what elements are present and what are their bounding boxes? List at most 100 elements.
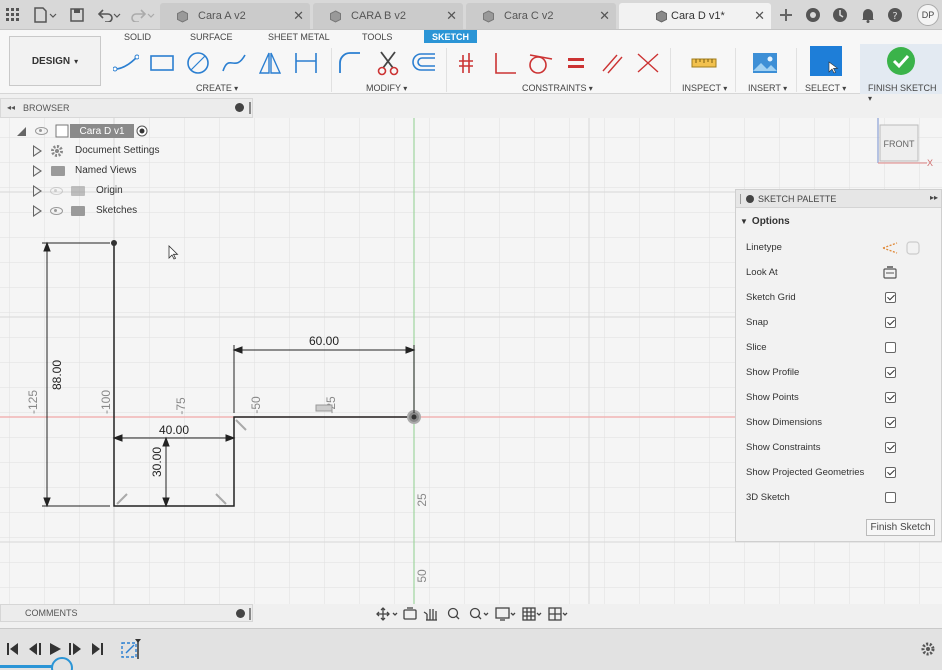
comments-panel: COMMENTS bbox=[0, 604, 253, 622]
browser-item-origin[interactable]: Origin bbox=[0, 182, 253, 200]
job-status-icon[interactable] bbox=[831, 6, 849, 24]
fillet-tool-icon[interactable] bbox=[336, 50, 364, 76]
line-tool-icon[interactable] bbox=[112, 50, 140, 76]
new-tab-icon[interactable] bbox=[777, 6, 795, 24]
finish-sketch-button[interactable]: Finish Sketch bbox=[866, 519, 935, 536]
workspace-switcher[interactable]: DESIGN ▾ bbox=[9, 36, 101, 86]
equal-constraint-icon[interactable] bbox=[562, 50, 590, 76]
settings-gear-icon[interactable] bbox=[920, 641, 936, 657]
step-forward-icon[interactable] bbox=[68, 642, 82, 656]
slice-checkbox[interactable] bbox=[885, 342, 896, 353]
expand-triangle-icon[interactable] bbox=[33, 165, 42, 177]
timeline-scrubber-handle[interactable] bbox=[51, 657, 73, 670]
close-icon[interactable]: ✕ bbox=[599, 8, 610, 24]
option-label: Show Points bbox=[746, 392, 799, 403]
tab-sketch[interactable]: SKETCH bbox=[424, 30, 478, 43]
root-component-label[interactable]: Cara D v1 bbox=[70, 124, 134, 138]
trim-tool-icon[interactable] bbox=[374, 50, 402, 76]
insert-menu[interactable]: INSERT bbox=[748, 83, 787, 93]
viewports-icon bbox=[548, 607, 562, 621]
coincident-constraint-icon[interactable] bbox=[454, 50, 482, 76]
eye-icon[interactable] bbox=[50, 207, 63, 215]
go-to-end-icon[interactable] bbox=[90, 642, 104, 656]
browser-item-named-views[interactable]: Named Views bbox=[0, 162, 253, 180]
finish-sketch-label[interactable]: FINISH SKETCH bbox=[868, 83, 942, 103]
mirror-tool-icon[interactable] bbox=[256, 50, 284, 76]
expand-triangle-icon[interactable] bbox=[16, 126, 27, 137]
tangent-constraint-icon[interactable] bbox=[526, 50, 554, 76]
minimize-icon[interactable] bbox=[746, 195, 754, 203]
inspect-menu[interactable]: INSPECT bbox=[682, 83, 727, 93]
close-icon[interactable]: ✕ bbox=[446, 8, 457, 24]
expand-triangle-icon[interactable] bbox=[33, 185, 42, 197]
expand-triangle-icon[interactable] bbox=[33, 145, 42, 157]
redo-icon[interactable] bbox=[130, 6, 156, 24]
tab-cara-d[interactable]: Cara D v1* ✕ bbox=[619, 3, 771, 29]
eye-icon[interactable] bbox=[35, 127, 48, 135]
parallel-constraint-icon[interactable] bbox=[598, 50, 626, 76]
timeline-sketch-feature-icon[interactable] bbox=[120, 637, 144, 661]
close-icon[interactable]: ✕ bbox=[754, 8, 765, 24]
create-menu[interactable]: CREATE bbox=[196, 83, 238, 93]
show-constraints-checkbox[interactable] bbox=[885, 442, 896, 453]
expand-right-icon[interactable]: ▸▸ bbox=[930, 193, 938, 202]
browser-item-document-settings[interactable]: Document Settings bbox=[0, 142, 253, 160]
measure-icon[interactable] bbox=[690, 50, 718, 76]
tab-tools[interactable]: TOOLS bbox=[362, 30, 392, 43]
show-projected-geometries-checkbox[interactable] bbox=[885, 467, 896, 478]
extensions-icon[interactable] bbox=[804, 6, 822, 24]
perpendicular-constraint-icon[interactable] bbox=[490, 50, 518, 76]
panel-resize-handle[interactable] bbox=[249, 102, 251, 114]
tab-cara-b[interactable]: CARA B v2 ✕ bbox=[313, 3, 463, 29]
tab-cara-a[interactable]: Cara A v2 ✕ bbox=[160, 3, 310, 29]
avatar[interactable]: DP bbox=[917, 4, 939, 26]
centerline-linetype-icon[interactable] bbox=[906, 241, 920, 255]
eye-hidden-icon[interactable] bbox=[50, 187, 63, 195]
file-menu-icon[interactable] bbox=[32, 6, 58, 24]
help-icon[interactable]: ? bbox=[886, 6, 904, 24]
chevron-down-icon: ▾ bbox=[74, 56, 79, 66]
sketch-grid-checkbox[interactable] bbox=[885, 292, 896, 303]
undo-icon[interactable] bbox=[96, 6, 122, 24]
show-profile-checkbox[interactable] bbox=[885, 367, 896, 378]
browser-item-sketches[interactable]: Sketches bbox=[0, 202, 253, 220]
sketch-palette: SKETCH PALETTE ▸▸ ▼ Options Linetype Loo… bbox=[735, 189, 942, 542]
select-menu[interactable]: SELECT bbox=[805, 83, 846, 93]
collapse-left-icon[interactable]: ◂◂ bbox=[7, 103, 15, 112]
tab-sheet-metal[interactable]: SHEET METAL bbox=[268, 30, 330, 43]
show-dimensions-checkbox[interactable] bbox=[885, 417, 896, 428]
browser-root[interactable]: Cara D v1 bbox=[0, 122, 253, 140]
show-points-checkbox[interactable] bbox=[885, 392, 896, 403]
look-at-icon[interactable] bbox=[883, 266, 897, 279]
3d-sketch-checkbox[interactable] bbox=[885, 492, 896, 503]
play-icon[interactable] bbox=[48, 642, 62, 656]
save-icon[interactable] bbox=[68, 6, 86, 24]
close-icon[interactable]: ✕ bbox=[293, 8, 304, 24]
options-section[interactable]: ▼ Options bbox=[740, 216, 790, 227]
step-back-icon[interactable] bbox=[28, 642, 42, 656]
tab-surface[interactable]: SURFACE bbox=[190, 30, 233, 43]
perpendicular-lines-icon[interactable] bbox=[634, 50, 662, 76]
constraints-menu[interactable]: CONSTRAINTS bbox=[522, 83, 593, 93]
tab-solid[interactable]: SOLID bbox=[124, 30, 151, 43]
rectangle-tool-icon[interactable] bbox=[148, 50, 176, 76]
insert-image-icon[interactable] bbox=[751, 50, 779, 76]
panel-resize-handle[interactable] bbox=[740, 194, 742, 204]
snap-checkbox[interactable] bbox=[885, 317, 896, 328]
app-grid-icon[interactable] bbox=[4, 6, 22, 24]
spline-tool-icon[interactable] bbox=[220, 50, 248, 76]
minimize-icon[interactable] bbox=[235, 103, 244, 112]
notifications-icon[interactable] bbox=[859, 6, 877, 24]
activate-radio-icon[interactable] bbox=[136, 125, 148, 137]
go-to-start-icon[interactable] bbox=[6, 642, 20, 656]
panel-resize-handle[interactable] bbox=[249, 608, 251, 620]
construction-linetype-icon[interactable] bbox=[882, 241, 898, 255]
expand-triangle-icon[interactable] bbox=[33, 205, 42, 217]
add-comment-icon[interactable] bbox=[236, 609, 245, 618]
select-tool-icon[interactable] bbox=[810, 46, 842, 76]
modify-menu[interactable]: MODIFY bbox=[366, 83, 407, 93]
dimension-tool-icon[interactable] bbox=[292, 50, 320, 76]
offset-tool-icon[interactable] bbox=[410, 50, 438, 76]
tab-cara-c[interactable]: Cara C v2 ✕ bbox=[466, 3, 616, 29]
circle-tool-icon[interactable] bbox=[184, 50, 212, 76]
